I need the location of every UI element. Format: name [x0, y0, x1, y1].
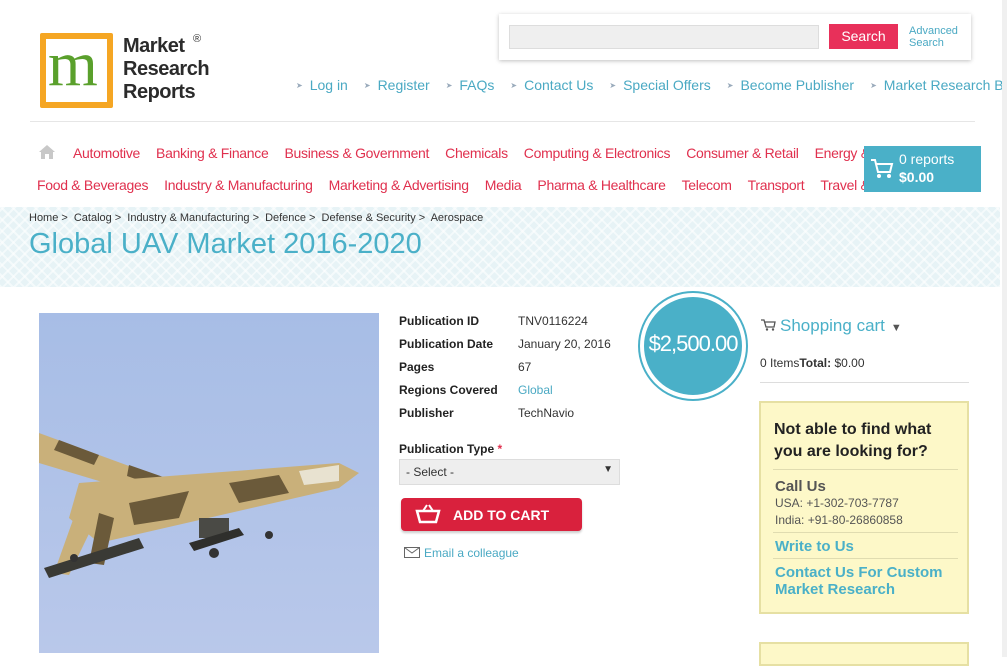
category-marketing-advertising[interactable]: Marketing & Advertising	[329, 177, 469, 193]
custom-research-link[interactable]: Contact Us For Custom Market Research	[775, 564, 960, 598]
become-publisher-link[interactable]: ➤ Become Publisher	[727, 77, 854, 93]
envelope-icon	[404, 547, 420, 558]
help-title: Not able to find what you are looking fo…	[774, 421, 932, 460]
category-row-1: Automotive Banking & Finance Business & …	[73, 145, 932, 161]
breadcrumb-catalog[interactable]: Catalog	[74, 212, 112, 224]
call-us-title: Call Us	[775, 478, 826, 495]
add-to-cart-button[interactable]: ADD TO CART	[401, 498, 582, 531]
contact-us-link[interactable]: ➤ Contact Us	[510, 77, 593, 93]
category-food-beverages[interactable]: Food & Beverages	[37, 177, 148, 193]
breadcrumb-defense-security[interactable]: Defense & Security	[322, 212, 416, 224]
registered-mark: ®	[193, 33, 202, 45]
shopping-cart-title[interactable]: Shopping cart ▼	[760, 316, 902, 336]
category-automotive[interactable]: Automotive	[73, 145, 140, 161]
special-offers-link[interactable]: ➤ Special Offers	[609, 77, 710, 93]
publisher-name: TechNavio	[518, 406, 575, 420]
category-consumer-retail[interactable]: Consumer & Retail	[686, 145, 799, 161]
region-global-link[interactable]: Global	[518, 383, 553, 397]
logo-m-icon: m	[48, 28, 98, 99]
publication-type-select[interactable]: - Select - ▼	[399, 459, 620, 485]
write-to-us-link[interactable]: Write to Us	[775, 538, 960, 555]
cart-icon	[871, 159, 894, 178]
header-cart-button[interactable]: 0 reports $0.00	[864, 146, 981, 192]
search-box: Search Advanced Search	[499, 14, 971, 60]
home-icon[interactable]	[38, 144, 56, 160]
price-badge: $2,500.00	[640, 293, 746, 399]
product-image	[39, 313, 379, 653]
login-link[interactable]: ➤ Log in	[296, 77, 348, 93]
breadcrumb-industry[interactable]: Industry & Manufacturing	[127, 212, 249, 224]
dropdown-arrow-icon: ▼	[603, 464, 613, 475]
faqs-link[interactable]: ➤ FAQs	[446, 77, 495, 93]
chevron-down-icon: ▼	[890, 322, 902, 334]
site-logo[interactable]: m Market Research Reports ®	[40, 28, 210, 113]
register-link[interactable]: ➤ Register	[364, 77, 430, 93]
cart-count: 0 reports	[899, 151, 955, 167]
page-scrollbar[interactable]	[1002, 0, 1007, 657]
breadcrumb: Home > Catalog > Industry & Manufacturing >…	[29, 212, 484, 224]
small-cart-icon	[761, 319, 776, 331]
help-box: Not able to find what you are looking fo…	[759, 401, 969, 614]
india-phone: India: +91-80-26860858	[775, 513, 903, 527]
sidebar-box-2	[759, 642, 969, 666]
breadcrumb-home[interactable]: Home	[29, 212, 58, 224]
search-input[interactable]	[509, 25, 819, 49]
top-nav: ➤ Log in ➤ Register ➤ FAQs ➤ Contact Us ➤ Spe…	[296, 77, 1007, 93]
pages-count: 67	[518, 360, 532, 374]
logo-mark: m	[40, 28, 113, 108]
sidebar-divider	[760, 382, 969, 383]
category-computing-electronics[interactable]: Computing & Electronics	[524, 145, 671, 161]
header-divider	[30, 121, 975, 122]
publication-type-label: Publication Type *	[399, 442, 503, 456]
basket-icon	[415, 504, 441, 524]
category-media[interactable]: Media	[485, 177, 522, 193]
advanced-search-link[interactable]: Advanced Search	[909, 25, 958, 49]
usa-phone: USA: +1-302-703-7787	[775, 496, 899, 510]
page-title: Global UAV Market 2016-2020	[29, 228, 422, 260]
category-telecom[interactable]: Telecom	[682, 177, 732, 193]
market-research-blog-link[interactable]: ➤Market Research Blog	[870, 77, 1007, 93]
search-button[interactable]: Search	[829, 24, 898, 49]
shopping-cart-summary: 0 ItemsTotal: $0.00	[760, 356, 865, 370]
category-banking-finance[interactable]: Banking & Finance	[156, 145, 269, 161]
publication-id: TNV0116224	[518, 314, 588, 328]
category-industry-manufacturing[interactable]: Industry & Manufacturing	[164, 177, 313, 193]
category-business-government[interactable]: Business & Government	[284, 145, 429, 161]
email-colleague-link[interactable]: Email a colleague	[404, 546, 519, 560]
breadcrumb-aerospace[interactable]: Aerospace	[431, 212, 484, 224]
publication-date: January 20, 2016	[518, 337, 611, 351]
cart-total: $0.00	[899, 169, 935, 185]
category-transport[interactable]: Transport	[748, 177, 805, 193]
logo-text: Market Research Reports	[123, 35, 210, 103]
category-row-2: Food & Beverages Industry & Manufacturin…	[37, 177, 917, 193]
category-chemicals[interactable]: Chemicals	[445, 145, 508, 161]
breadcrumb-defence[interactable]: Defence	[265, 212, 306, 224]
category-pharma-healthcare[interactable]: Pharma & Healthcare	[537, 177, 665, 193]
